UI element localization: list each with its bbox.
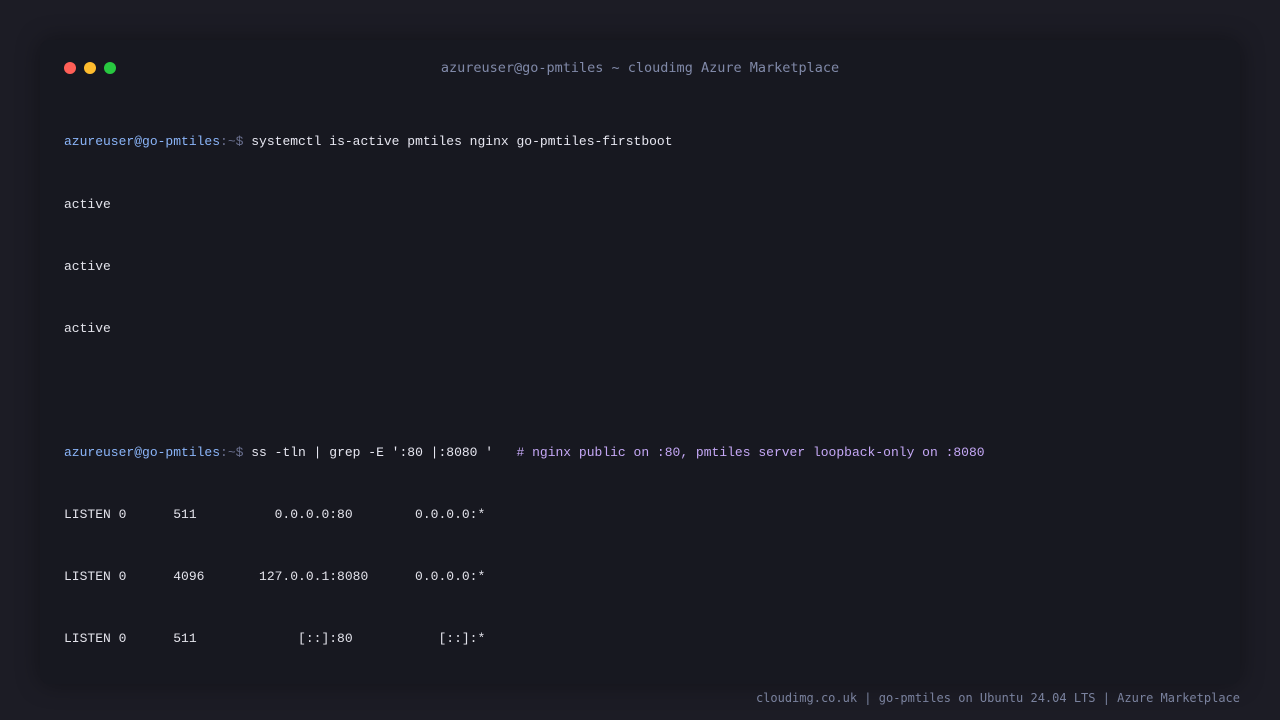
title-bar: azureuser@go-pmtiles ~ cloudimg Azure Ma…	[40, 40, 1240, 96]
command-text: systemctl is-active pmtiles nginx go-pmt…	[251, 134, 673, 150]
command-line: azureuser@go-pmtiles:~$ ss -tln | grep -…	[64, 443, 1224, 464]
output-line: LISTEN 0 511 [::]:80 [::]:*	[64, 631, 486, 647]
command-text: ss -tln | grep -E ':80 |:8080 '	[251, 444, 517, 460]
output-line: active	[64, 258, 111, 274]
command-line: azureuser@go-pmtiles:~$ systemctl is-act…	[64, 132, 1224, 153]
command-comment: # nginx public on :80, pmtiles server lo…	[516, 444, 985, 460]
prompt-user: azureuser@go-pmtiles	[64, 134, 221, 150]
prompt-user: azureuser@go-pmtiles	[64, 444, 221, 460]
output-line: LISTEN 0 511 0.0.0.0:80 0.0.0.0:*	[64, 506, 486, 522]
terminal-output[interactable]: azureuser@go-pmtiles:~$ systemctl is-act…	[64, 91, 1224, 691]
terminal-window: azureuser@go-pmtiles ~ cloudimg Azure Ma…	[40, 40, 1240, 684]
output-line: LISTEN 0 4096 127.0.0.1:8080 0.0.0.0:*	[64, 569, 486, 585]
output-line: active	[64, 196, 111, 212]
window-title: azureuser@go-pmtiles ~ cloudimg Azure Ma…	[440, 60, 840, 76]
output-line: active	[64, 320, 111, 336]
footer-caption: cloudimg.co.uk | go-pmtiles on Ubuntu 24…	[755, 691, 1240, 705]
prompt-path: :~$	[220, 444, 252, 460]
prompt-path: :~$	[220, 134, 252, 150]
